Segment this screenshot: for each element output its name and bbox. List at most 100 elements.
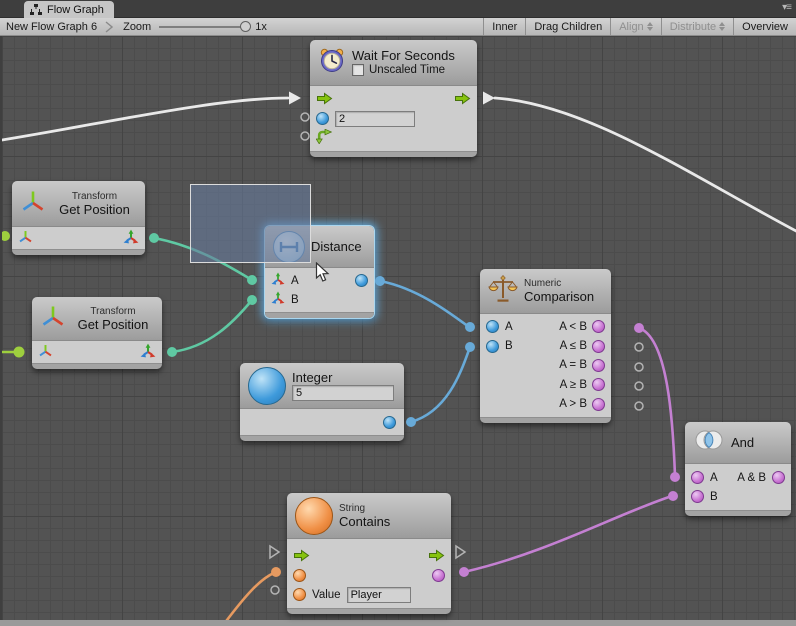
node-wait-footer: [310, 151, 477, 157]
node-get-position-1[interactable]: Transform Get Position: [12, 181, 145, 255]
contains-result-port[interactable]: [432, 569, 445, 582]
distribute-button[interactable]: Distribute: [661, 18, 733, 35]
breadcrumb-chevron-icon: [105, 21, 113, 33]
zoom-slider-handle[interactable]: [240, 21, 251, 32]
node-distance-footer: [265, 312, 374, 318]
position-output-port[interactable]: [140, 343, 156, 362]
node-subtitle: Transform: [90, 306, 135, 317]
distance-output-port[interactable]: [355, 274, 368, 287]
align-dropdown-icon: [647, 22, 653, 31]
transform-input-port[interactable]: [18, 229, 33, 247]
comparison-a-port[interactable]: [486, 320, 499, 333]
comparison-b-port[interactable]: [486, 340, 499, 353]
mouse-cursor-icon: [315, 262, 331, 289]
flow-arrowhead-out: [483, 92, 495, 105]
breadcrumb[interactable]: New Flow Graph 6: [0, 18, 105, 35]
and-a-label: A: [710, 472, 718, 484]
wire-getpos2-to-distance-b[interactable]: [172, 300, 252, 352]
wire-distance-to-comparison-a[interactable]: [380, 281, 469, 327]
comparison-b-label: B: [505, 340, 513, 352]
flow-out-port[interactable]: [454, 92, 471, 108]
window-bottom-edge: [0, 620, 796, 626]
vector3-a-port[interactable]: [271, 272, 285, 289]
zoom-label: Zoom: [123, 21, 151, 33]
node-wait-title: Wait For Seconds: [352, 48, 469, 63]
value-input[interactable]: [347, 587, 411, 603]
flow-out-port[interactable]: [428, 549, 445, 565]
and-output-label: A & B: [737, 472, 766, 484]
value-port[interactable]: [293, 588, 306, 601]
node-contains-header[interactable]: String Contains: [287, 493, 451, 539]
node-comparison-header[interactable]: Numeric Comparison: [480, 269, 611, 314]
seconds-port[interactable]: [316, 112, 329, 125]
node-and-body: A A & B B: [685, 464, 791, 510]
distance-a-label: A: [291, 275, 299, 287]
node-get-position-1-header[interactable]: Transform Get Position: [12, 181, 145, 227]
unscaled-time-label: Unscaled Time: [369, 64, 445, 76]
flow-in-port[interactable]: [293, 549, 310, 565]
output-label: A < B: [538, 321, 592, 333]
wire-comparison-to-and-a[interactable]: [639, 328, 675, 476]
node-numeric-comparison[interactable]: Numeric Comparison A A < B B A ≤ B A =: [480, 269, 611, 423]
node-and[interactable]: And A A & B B: [685, 422, 791, 516]
overview-button[interactable]: Overview: [733, 18, 796, 35]
node-wait-header[interactable]: Wait For Seconds Unscaled Time: [310, 40, 477, 86]
a-equal-b-port[interactable]: [592, 359, 605, 372]
vector3-b-port[interactable]: [271, 291, 285, 308]
loop-arrow-icon[interactable]: [316, 129, 332, 147]
drag-children-button[interactable]: Drag Children: [525, 18, 610, 35]
flow-graph-icon: [30, 4, 42, 16]
a-greaterequal-b-port[interactable]: [592, 378, 605, 391]
a-less-b-port[interactable]: [592, 320, 605, 333]
integer-sphere-icon: [248, 367, 286, 405]
node-contains-body: Value: [287, 539, 451, 608]
node-get-position-2[interactable]: Transform Get Position: [32, 297, 162, 369]
and-b-port[interactable]: [691, 490, 704, 503]
output-label: A ≤ B: [538, 340, 592, 352]
node-integer[interactable]: Integer: [240, 363, 404, 441]
node-string-contains[interactable]: String Contains Value: [287, 493, 451, 614]
node-comparison-body: A A < B B A ≤ B A = B A ≥ B: [480, 314, 611, 417]
seconds-input[interactable]: [335, 111, 415, 127]
zoom-slider[interactable]: [159, 21, 249, 33]
a-lessequal-b-port[interactable]: [592, 340, 605, 353]
panel-menu-icon[interactable]: ▾≡: [782, 2, 792, 14]
target-string-port[interactable]: [293, 569, 306, 582]
wire-flow-in[interactable]: [2, 98, 288, 140]
node-integer-header[interactable]: Integer: [240, 363, 404, 409]
a-greater-b-port[interactable]: [592, 398, 605, 411]
flow-graph-window: Flow Graph ▾≡ New Flow Graph 6 Zoom 1x I…: [0, 0, 796, 626]
node-get-position-1-footer: [12, 249, 145, 255]
selection-rectangle: [190, 184, 311, 263]
flow-in-port[interactable]: [316, 92, 333, 108]
node-get-position-2-header[interactable]: Transform Get Position: [32, 297, 162, 341]
wire-orange-in[interactable]: [224, 573, 274, 620]
integer-value-input[interactable]: [292, 385, 394, 401]
node-and-header[interactable]: And: [685, 422, 791, 464]
unscaled-time-checkbox[interactable]: [352, 64, 364, 76]
node-wait-for-seconds[interactable]: Wait For Seconds Unscaled Time: [310, 40, 477, 157]
graph-canvas[interactable]: Wait For Seconds Unscaled Time: [0, 36, 796, 620]
node-comparison-footer: [480, 417, 611, 423]
position-output-port[interactable]: [123, 229, 139, 248]
align-button[interactable]: Align: [610, 18, 660, 35]
node-integer-body: [240, 409, 404, 435]
transform-axes-icon: [20, 188, 46, 219]
integer-output-port[interactable]: [383, 416, 396, 429]
and-output-port[interactable]: [772, 471, 785, 484]
node-contains-title: Contains: [339, 514, 443, 529]
inner-button[interactable]: Inner: [483, 18, 525, 35]
alarm-clock-icon: [318, 46, 346, 79]
wire-contains-to-and-b[interactable]: [464, 496, 672, 572]
transform-input-port[interactable]: [38, 343, 53, 361]
transform-axes-icon: [40, 303, 66, 334]
tab-flow-graph[interactable]: Flow Graph: [24, 1, 114, 18]
zoom-slider-track[interactable]: [159, 26, 249, 28]
wire-integer-to-comparison-b[interactable]: [411, 347, 470, 422]
node-wait-body: [310, 86, 477, 151]
node-distance-title: Distance: [311, 239, 362, 254]
and-a-port[interactable]: [691, 471, 704, 484]
flow-arrowhead-in: [289, 92, 301, 105]
wire-flow-out[interactable]: [495, 98, 796, 232]
venn-intersection-icon: [693, 429, 725, 456]
